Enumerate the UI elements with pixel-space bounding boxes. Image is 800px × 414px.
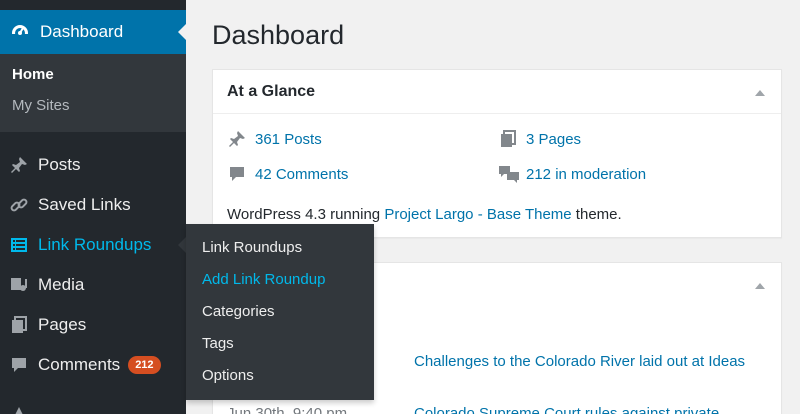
posts-count-link[interactable]: 361 Posts <box>255 131 322 148</box>
sidebar-item-media[interactable]: Media <box>0 265 186 305</box>
comments-moderation-icon <box>498 164 526 184</box>
glance-pages[interactable]: 3 Pages <box>498 129 581 149</box>
collapse-toggle-icon[interactable] <box>755 283 765 289</box>
pages-count-link[interactable]: 3 Pages <box>526 131 581 148</box>
sidebar-item-pages[interactable]: Pages <box>0 305 186 345</box>
sidebar-item-label: Comments <box>38 355 121 374</box>
comment-icon <box>227 164 255 184</box>
sidebar-item-comments[interactable]: Comments 212 <box>0 345 186 385</box>
version-prefix: WordPress 4.3 running <box>227 206 385 223</box>
widget-header[interactable]: At a Glance <box>213 70 781 114</box>
sidebar-item-appearance[interactable] <box>0 385 186 414</box>
collapse-toggle-icon[interactable] <box>755 90 765 96</box>
sidebar-item-label: Dashboard <box>40 22 124 41</box>
list-icon <box>0 235 38 255</box>
comments-count-link[interactable]: 42 Comments <box>255 166 348 183</box>
dashboard-submenu: Home My Sites <box>0 54 186 132</box>
at-a-glance-widget: At a Glance 361 Posts 3 Pages 42 Comment… <box>212 69 782 238</box>
sidebar-item-saved-links[interactable]: Saved Links <box>0 185 186 225</box>
sidebar-item-label: Media <box>38 275 85 294</box>
glance-comments[interactable]: 42 Comments <box>227 164 348 184</box>
flyout-item-options[interactable]: Options <box>202 367 254 384</box>
dashboard-gauge-icon <box>0 22 40 42</box>
submenu-home[interactable]: Home <box>12 66 54 83</box>
flyout-item-tags[interactable]: Tags <box>202 335 234 352</box>
sidebar-item-label: Saved Links <box>38 195 131 214</box>
flyout-arrow <box>178 237 186 253</box>
activity-post-link[interactable]: Challenges to the Colorado River laid ou… <box>414 353 745 370</box>
media-icon <box>0 275 38 295</box>
pushpin-icon <box>0 155 38 175</box>
flyout-item-categories[interactable]: Categories <box>202 303 275 320</box>
sidebar-item-dashboard[interactable]: Dashboard <box>0 10 186 54</box>
flyout-item-link-roundups[interactable]: Link Roundups <box>202 239 302 256</box>
appearance-icon <box>0 395 38 414</box>
page-title: Dashboard <box>212 20 345 50</box>
widget-title: At a Glance <box>227 82 316 100</box>
wp-version-text: WordPress 4.3 running Project Largo - Ba… <box>227 206 622 223</box>
link-roundups-flyout-menu: Link Roundups Add Link Roundup Categorie… <box>186 224 374 400</box>
glance-moderation[interactable]: 212 in moderation <box>498 164 646 184</box>
activity-post-link[interactable]: Colorado Supreme Court rules against pri… <box>414 405 719 414</box>
flyout-item-add-link-roundup[interactable]: Add Link Roundup <box>202 271 325 288</box>
glance-posts[interactable]: 361 Posts <box>227 129 322 149</box>
current-menu-arrow <box>178 24 186 40</box>
comments-count-badge: 212 <box>128 356 161 374</box>
theme-link[interactable]: Project Largo - Base Theme <box>384 206 571 223</box>
moderation-count-link[interactable]: 212 in moderation <box>526 166 646 183</box>
pages-icon <box>0 315 38 335</box>
sidebar-item-label: Pages <box>38 315 87 334</box>
pushpin-icon <box>227 129 255 149</box>
comments-icon <box>0 355 38 375</box>
link-icon <box>0 195 38 215</box>
sidebar-item-label: Link Roundups <box>38 235 152 254</box>
pages-icon <box>498 129 526 149</box>
version-suffix: theme. <box>571 206 622 223</box>
submenu-my-sites[interactable]: My Sites <box>12 97 70 114</box>
sidebar-item-label: Posts <box>38 155 81 174</box>
admin-sidebar: Dashboard Home My Sites Posts Saved Link… <box>0 0 186 414</box>
sidebar-item-link-roundups[interactable]: Link Roundups <box>0 225 186 265</box>
sidebar-item-posts[interactable]: Posts <box>0 145 186 185</box>
activity-date: Jun 30th, 9:40 pm <box>227 405 348 414</box>
